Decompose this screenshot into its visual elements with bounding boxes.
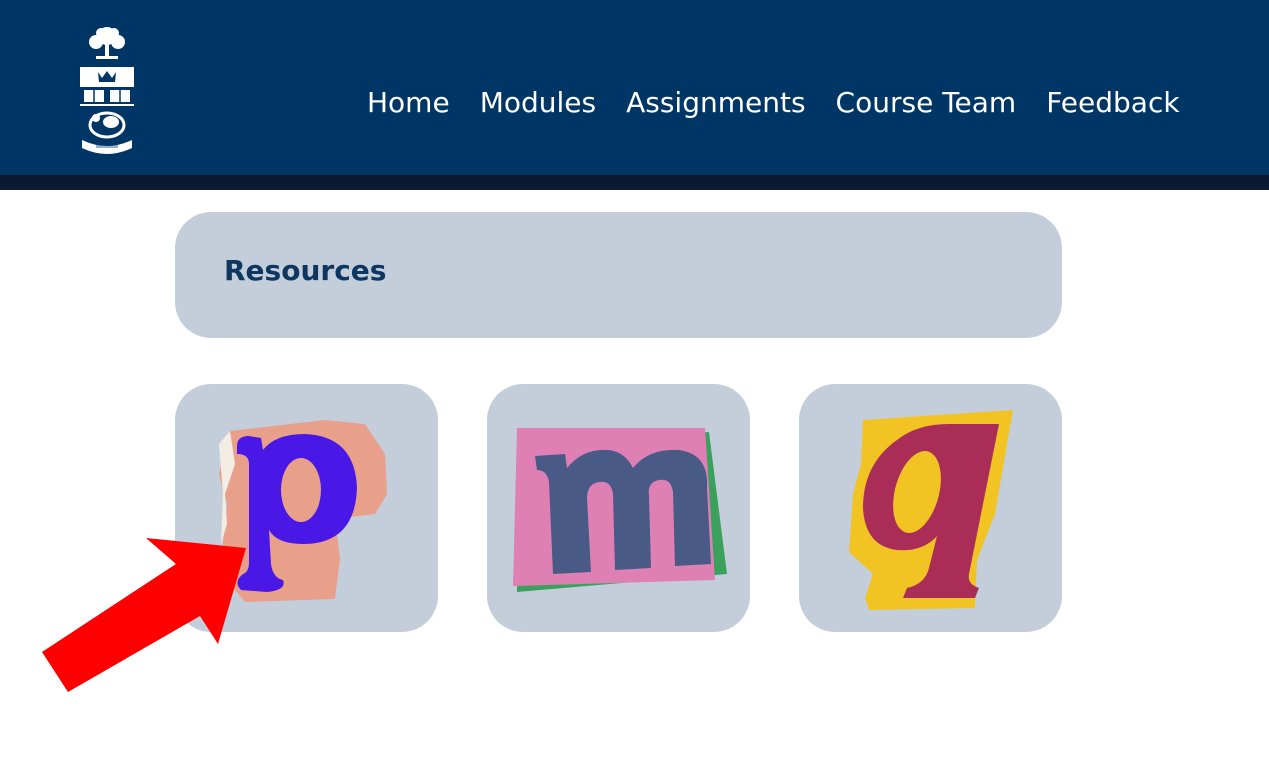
- main-nav: Home Modules Assignments Course Team Fee…: [355, 80, 1192, 124]
- nav-course-team[interactable]: Course Team: [824, 86, 1029, 119]
- resources-title: Resources: [224, 254, 387, 287]
- nav-assignments[interactable]: Assignments: [614, 86, 817, 119]
- resources-banner: Resources: [175, 212, 1062, 338]
- nav-feedback[interactable]: Feedback: [1034, 86, 1191, 119]
- resource-card-q[interactable]: [799, 384, 1062, 632]
- letter-m-cutout-icon: [513, 428, 727, 592]
- site-header: Home Modules Assignments Course Team Fee…: [0, 0, 1269, 175]
- letter-p-cutout-icon: [219, 420, 387, 602]
- nav-modules[interactable]: Modules: [468, 86, 608, 119]
- resource-card-m[interactable]: [487, 384, 750, 632]
- header-divider: [0, 175, 1269, 190]
- university-crest-logo[interactable]: [78, 22, 136, 156]
- nav-home[interactable]: Home: [355, 86, 462, 119]
- resource-card-p[interactable]: [175, 384, 438, 632]
- letter-q-cutout-icon: [849, 410, 1013, 610]
